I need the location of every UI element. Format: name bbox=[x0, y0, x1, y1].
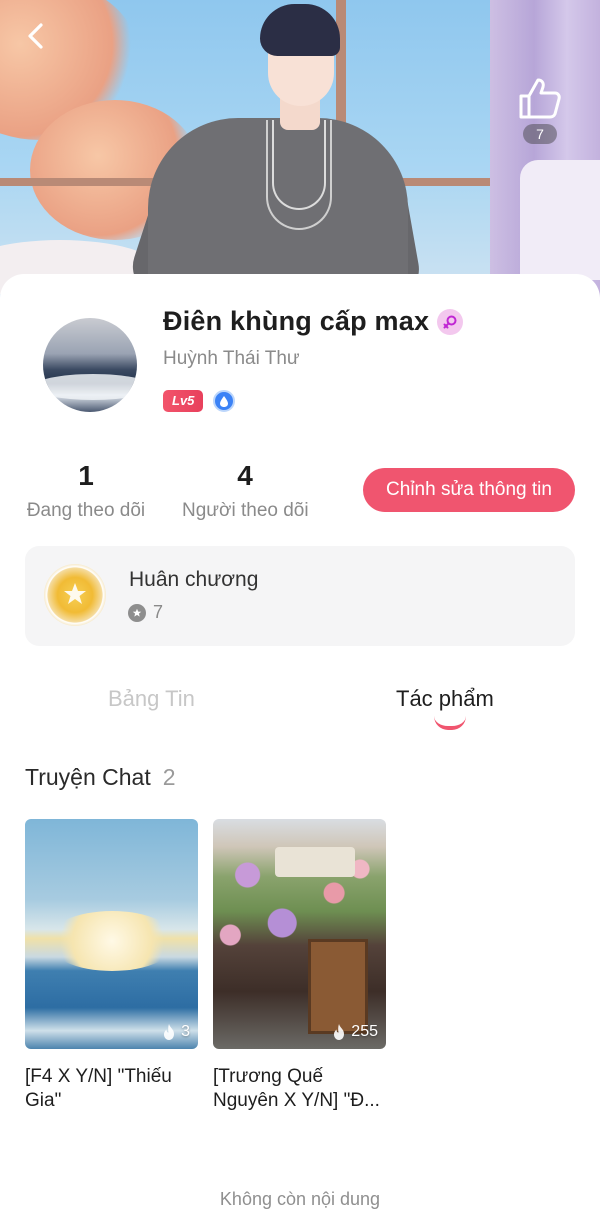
display-name: Điên khùng cấp max bbox=[163, 306, 430, 336]
cover-shop-sign bbox=[275, 847, 355, 877]
tab-works[interactable]: Tác phẩm bbox=[396, 686, 494, 712]
like-button[interactable]: 7 bbox=[514, 76, 566, 148]
chevron-left-icon bbox=[28, 23, 43, 49]
followers-count: 4 bbox=[237, 460, 253, 491]
fire-count: 3 bbox=[181, 1023, 190, 1040]
profile-banner: 7 bbox=[0, 0, 600, 300]
medal-card[interactable]: Huân chương 7 bbox=[25, 546, 575, 646]
star-icon bbox=[128, 603, 146, 622]
cover-cloud bbox=[47, 911, 177, 971]
edit-profile-button[interactable]: Chỉnh sửa thông tin bbox=[363, 468, 575, 512]
level-badge[interactable]: Lv5 bbox=[163, 390, 204, 412]
followers-label: Người theo dõi bbox=[182, 500, 309, 521]
fire-icon bbox=[334, 1024, 345, 1040]
profile-tabs: Bảng Tin Tác phẩm bbox=[0, 672, 600, 742]
story-cover: 3 bbox=[25, 819, 198, 1049]
avatar-wave bbox=[43, 374, 137, 400]
fire-count: 255 bbox=[351, 1023, 378, 1040]
real-name: Huỳnh Thái Thư bbox=[163, 348, 300, 369]
fire-icon bbox=[164, 1024, 175, 1040]
following-stat[interactable]: 1 Đang theo dõi bbox=[26, 460, 146, 522]
section-heading: Truyện Chat 2 bbox=[25, 764, 176, 791]
tab-feed[interactable]: Bảng Tin bbox=[108, 686, 195, 712]
avatar[interactable] bbox=[43, 318, 137, 412]
medal-title: Huân chương bbox=[129, 568, 259, 591]
character-hair bbox=[260, 4, 340, 56]
section-title: Truyện Chat bbox=[25, 764, 151, 790]
banner-sofa bbox=[520, 160, 600, 280]
medal-count-row: 7 bbox=[128, 602, 163, 623]
medal-icon bbox=[44, 564, 106, 626]
section-count: 2 bbox=[162, 764, 176, 790]
character-necklace bbox=[266, 120, 332, 230]
medal-count: 7 bbox=[153, 602, 164, 622]
water-drop-icon[interactable] bbox=[213, 390, 236, 412]
story-title: [F4 X Y/N] "Thiếu Gia" bbox=[25, 1066, 172, 1111]
cover-door bbox=[308, 939, 368, 1034]
story-card[interactable]: 255 [Trương Quế Nguyên X Y/N] "Đ... bbox=[213, 819, 386, 1113]
story-cover: 255 bbox=[213, 819, 386, 1049]
story-title: [Trương Quế Nguyên X Y/N] "Đ... bbox=[213, 1066, 380, 1111]
profile-sheet: Điên khùng cấp max Huỳnh Thái Thư Lv5 1 … bbox=[0, 274, 600, 1221]
following-count: 1 bbox=[78, 460, 94, 491]
following-label: Đang theo dõi bbox=[26, 500, 146, 521]
story-fire-stat: 3 bbox=[161, 1023, 190, 1041]
active-tab-indicator bbox=[434, 716, 466, 730]
followers-stat[interactable]: 4 Người theo dõi bbox=[182, 460, 309, 522]
end-of-content: Không còn nội dung bbox=[219, 1189, 381, 1209]
name-row: Điên khùng cấp max bbox=[163, 306, 464, 337]
thumbs-up-icon bbox=[519, 78, 561, 119]
back-button[interactable] bbox=[20, 20, 50, 52]
story-card[interactable]: 3 [F4 X Y/N] "Thiếu Gia" bbox=[25, 819, 198, 1113]
like-count: 7 bbox=[523, 124, 557, 144]
female-symbol-icon bbox=[437, 308, 464, 335]
story-fire-stat: 255 bbox=[331, 1023, 378, 1041]
badge-row: Lv5 bbox=[163, 390, 236, 412]
